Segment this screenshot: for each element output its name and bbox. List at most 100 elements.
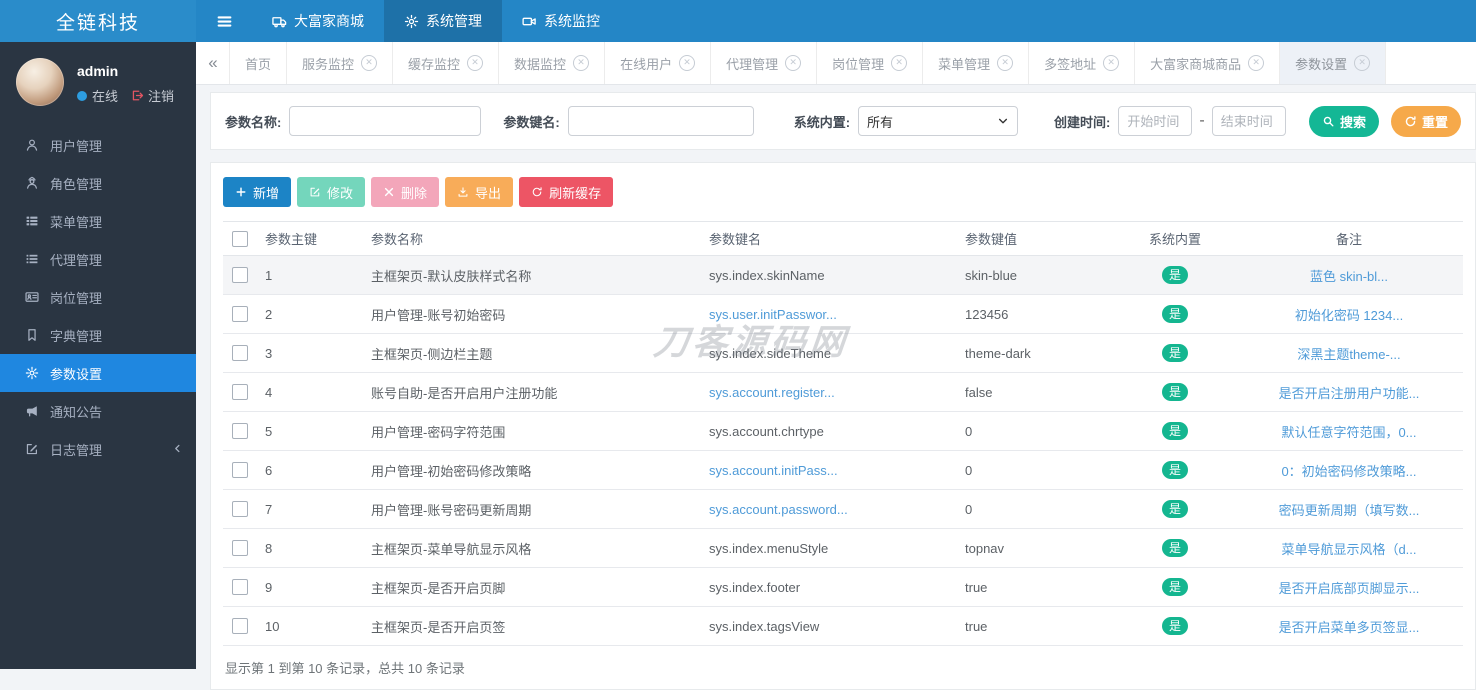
param-name-cell: 用户管理-密码字符范围 (363, 412, 701, 451)
tab-close-icon[interactable]: ✕ (467, 55, 483, 71)
param-key-label: 参数键名: (503, 112, 559, 131)
remark-link[interactable]: 0：初始密码修改策略... (1281, 464, 1416, 479)
param-key-input[interactable] (568, 106, 754, 136)
tab-close-icon[interactable]: ✕ (573, 55, 589, 71)
logout-button[interactable]: 注销 (131, 86, 174, 105)
tab-close-icon[interactable]: ✕ (361, 55, 377, 71)
param-key-text[interactable]: sys.account.password... (709, 502, 848, 517)
tab-在线用户[interactable]: 在线用户✕ (604, 42, 711, 84)
sidebar-item-岗位管理[interactable]: 岗位管理 (0, 278, 196, 316)
row-checkbox-cell (223, 490, 257, 529)
topnav-item-大富家商城[interactable]: 大富家商城 (252, 0, 384, 42)
tab-close-icon[interactable]: ✕ (1103, 55, 1119, 71)
param-key-cell: sys.index.skinName (701, 256, 957, 295)
tab-close-icon[interactable]: ✕ (997, 55, 1013, 71)
builtin-cell: 是 (1115, 334, 1235, 373)
tab-close-icon[interactable]: ✕ (1248, 55, 1264, 71)
param-key-text[interactable]: sys.account.initPass... (709, 463, 838, 478)
remark-cell: 密码更新周期（填写数... (1235, 490, 1463, 529)
tab-label: 参数设置 (1295, 54, 1347, 73)
online-status-label: 在线 (92, 86, 118, 105)
remark-link[interactable]: 是否开启注册用户功能... (1279, 386, 1420, 401)
user-panel: admin 在线 注销 (0, 42, 196, 116)
builtin-label: 系统内置: (794, 112, 850, 131)
sidebar-toggle-button[interactable] (196, 0, 252, 42)
param-key-cell: sys.account.password... (701, 490, 957, 529)
remark-cell: 是否开启底部页脚显示... (1235, 568, 1463, 607)
刷新缓存-button[interactable]: 刷新缓存 (519, 177, 613, 207)
tab-大富家商城商品[interactable]: 大富家商城商品✕ (1134, 42, 1280, 84)
tab-close-icon[interactable]: ✕ (785, 55, 801, 71)
tab-close-icon[interactable]: ✕ (1354, 55, 1370, 71)
end-time-input[interactable] (1212, 106, 1286, 136)
tab-label: 代理管理 (726, 54, 778, 73)
search-button[interactable]: 搜索 (1309, 106, 1379, 137)
tab-岗位管理[interactable]: 岗位管理✕ (816, 42, 923, 84)
删除-button: 删除 (371, 177, 439, 207)
param-key-text[interactable]: sys.user.initPasswor... (709, 307, 837, 322)
tab-参数设置[interactable]: 参数设置 ✕ (1279, 42, 1386, 84)
remark-cell: 0：初始密码修改策略... (1235, 451, 1463, 490)
reset-button[interactable]: 重置 (1391, 106, 1461, 137)
row-checkbox[interactable] (232, 384, 248, 400)
row-checkbox[interactable] (232, 501, 248, 517)
toolbar-button-label: 删除 (401, 183, 427, 202)
sidebar-item-label: 岗位管理 (50, 288, 102, 307)
sidebar-item-角色管理[interactable]: 角色管理 (0, 164, 196, 202)
row-checkbox-cell (223, 373, 257, 412)
remark-link[interactable]: 蓝色 skin-bl... (1310, 269, 1388, 284)
topnav-item-系统管理[interactable]: 系统管理 (384, 0, 502, 42)
tab-多签地址[interactable]: 多签地址✕ (1028, 42, 1135, 84)
start-time-input[interactable] (1118, 106, 1192, 136)
row-checkbox[interactable] (232, 423, 248, 439)
sidebar-item-参数设置[interactable]: 参数设置 (0, 354, 196, 392)
remark-link[interactable]: 是否开启底部页脚显示... (1279, 581, 1420, 596)
open-tabs: 首页服务监控✕缓存监控✕数据监控✕在线用户✕代理管理✕岗位管理✕菜单管理✕多签地… (230, 42, 1386, 84)
remark-link[interactable]: 菜单导航显示风格（d... (1281, 542, 1416, 557)
sidebar-item-用户管理[interactable]: 用户管理 (0, 126, 196, 164)
row-checkbox[interactable] (232, 306, 248, 322)
select-all-checkbox[interactable] (232, 231, 248, 247)
remark-link[interactable]: 是否开启菜单多页签显... (1279, 620, 1420, 635)
tab-close-icon[interactable]: ✕ (679, 55, 695, 71)
table-toolbar: 新增修改删除导出刷新缓存 (223, 177, 1463, 207)
param-id-cell: 3 (257, 334, 363, 373)
row-checkbox[interactable] (232, 618, 248, 634)
row-checkbox[interactable] (232, 345, 248, 361)
sidebar-item-日志管理[interactable]: 日志管理 (0, 430, 196, 468)
tab-数据监控[interactable]: 数据监控✕ (498, 42, 605, 84)
table-row: 6用户管理-初始密码修改策略sys.account.initPass...0是0… (223, 451, 1463, 490)
sidebar-item-菜单管理[interactable]: 菜单管理 (0, 202, 196, 240)
tab-close-icon[interactable]: ✕ (891, 55, 907, 71)
param-name-input[interactable] (289, 106, 481, 136)
remark-link[interactable]: 默认任意字符范围，0... (1281, 425, 1416, 440)
param-key-text[interactable]: sys.account.register... (709, 385, 835, 400)
tab-菜单管理[interactable]: 菜单管理✕ (922, 42, 1029, 84)
remark-link[interactable]: 深黑主题theme-... (1297, 347, 1400, 362)
topnav-item-系统监控[interactable]: 系统监控 (502, 0, 620, 42)
remark-link[interactable]: 初始化密码 1234... (1295, 308, 1403, 323)
tabs-collapse-button[interactable]: « (196, 42, 230, 84)
row-checkbox[interactable] (232, 579, 248, 595)
gear-icon (404, 14, 419, 29)
新增-button[interactable]: 新增 (223, 177, 291, 207)
builtin-select[interactable]: 所有 (858, 106, 1018, 136)
remark-cell: 深黑主题theme-... (1235, 334, 1463, 373)
builtin-cell: 是 (1115, 256, 1235, 295)
导出-button[interactable]: 导出 (445, 177, 513, 207)
tab-缓存监控[interactable]: 缓存监控✕ (392, 42, 499, 84)
tab-首页[interactable]: 首页 (229, 42, 287, 84)
tab-代理管理[interactable]: 代理管理 ✕ (710, 42, 817, 84)
param-key-text: sys.index.sideTheme (709, 346, 831, 361)
builtin-cell: 是 (1115, 568, 1235, 607)
row-checkbox-cell (223, 451, 257, 490)
remark-link[interactable]: 密码更新周期（填写数... (1279, 503, 1420, 518)
row-checkbox[interactable] (232, 267, 248, 283)
sidebar-item-字典管理[interactable]: 字典管理 (0, 316, 196, 354)
row-checkbox[interactable] (232, 462, 248, 478)
sidebar-item-代理管理[interactable]: 代理管理 (0, 240, 196, 278)
avatar[interactable] (16, 58, 64, 106)
sidebar-item-通知公告[interactable]: 通知公告 (0, 392, 196, 430)
tab-服务监控[interactable]: 服务监控✕ (286, 42, 393, 84)
row-checkbox[interactable] (232, 540, 248, 556)
